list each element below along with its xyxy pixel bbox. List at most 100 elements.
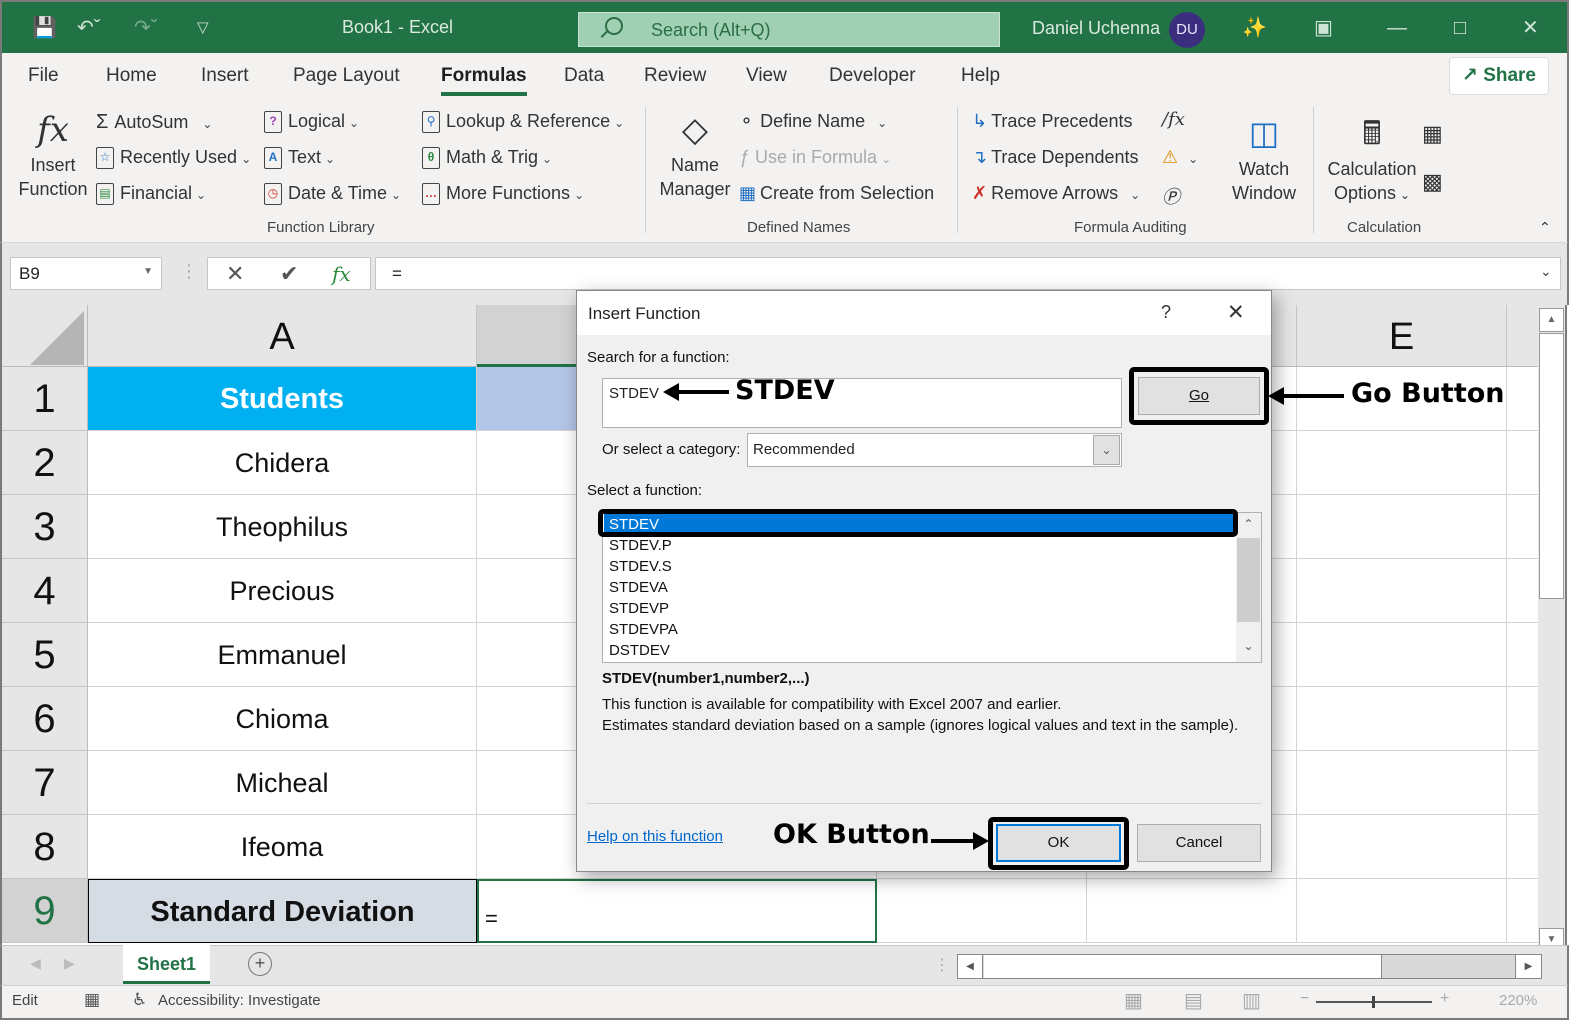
name-manager-button[interactable]: ◇ Name Manager [658, 107, 732, 201]
lookup-reference-button[interactable]: ⚲ Lookup & Reference ⌄ [422, 111, 624, 134]
evaluate-formula-icon[interactable]: Ⓟ [1162, 183, 1180, 209]
tab-splitter-icon[interactable]: ⋮ [934, 955, 950, 975]
cell-F8[interactable] [1507, 815, 1540, 879]
cell-A9[interactable]: Standard Deviation [88, 879, 477, 943]
select-all-button[interactable] [2, 305, 88, 367]
accessibility-icon[interactable]: ♿ [132, 990, 147, 1010]
row-header-8[interactable]: 8 [2, 815, 88, 879]
tab-developer[interactable]: Developer [829, 65, 916, 87]
vertical-scrollbar[interactable]: ▲ ▼ [1538, 305, 1567, 952]
cell-F7[interactable] [1507, 751, 1540, 815]
row-header-4[interactable]: 4 [2, 559, 88, 623]
category-dropdown-icon[interactable]: ⌄ [1093, 435, 1120, 465]
prev-sheet-icon[interactable]: ◀ [30, 955, 41, 972]
cell-F3[interactable] [1507, 495, 1540, 559]
add-sheet-icon[interactable]: + [248, 952, 272, 976]
cell-A2[interactable]: Chidera [88, 431, 477, 495]
help-on-function-link[interactable]: Help on this function [587, 828, 723, 845]
column-header-e[interactable]: E [1297, 305, 1507, 367]
function-list-item[interactable]: STDEV.S [609, 556, 672, 577]
trace-precedents-button[interactable]: ↳ Trace Precedents [972, 111, 1133, 132]
tab-insert[interactable]: Insert [201, 65, 249, 87]
tab-home[interactable]: Home [106, 65, 157, 87]
calculate-now-icon[interactable]: ▦ [1422, 121, 1443, 147]
zoom-out-icon[interactable]: − [1300, 990, 1309, 1008]
function-list-item[interactable]: STDEVPA [609, 619, 678, 640]
redo-icon[interactable]: ↷ˇ [134, 16, 157, 40]
function-list-item[interactable]: STDEV.P [609, 535, 672, 556]
cell-E8[interactable] [1297, 815, 1507, 879]
cancel-button[interactable]: Cancel [1137, 824, 1261, 862]
cell-F4[interactable] [1507, 559, 1540, 623]
zoom-slider[interactable] [1316, 996, 1432, 1008]
sheet-tab-sheet1[interactable]: Sheet1 [123, 945, 210, 984]
cell-E2[interactable] [1297, 431, 1507, 495]
cell-C9[interactable] [877, 879, 1087, 943]
row-header-6[interactable]: 6 [2, 687, 88, 751]
avatar[interactable]: DU [1169, 12, 1205, 48]
zoom-level[interactable]: 220% [1499, 992, 1537, 1009]
active-cell-b9[interactable]: = [477, 879, 877, 943]
error-checking-icon[interactable]: ⚠ ⌄ [1162, 147, 1198, 168]
tab-file[interactable]: File [28, 65, 59, 87]
formula-input[interactable]: = [375, 257, 1561, 290]
autosum-button[interactable]: Σ AutoSum ⌄ [96, 111, 212, 134]
minimize-icon[interactable]: — [1387, 16, 1407, 40]
tab-formulas[interactable]: Formulas [441, 65, 527, 96]
horizontal-scroll-thumb[interactable] [984, 955, 1382, 978]
text-button[interactable]: A Text ⌄ [264, 147, 335, 170]
tab-help[interactable]: Help [961, 65, 1000, 87]
function-list-item[interactable]: DSTDEV [609, 640, 670, 661]
go-button[interactable]: Go [1138, 377, 1260, 415]
expand-formula-bar-icon[interactable]: ⌄ [1540, 263, 1552, 280]
column-header-a[interactable]: A [88, 305, 477, 367]
trace-dependents-button[interactable]: ↴ Trace Dependents [972, 147, 1139, 168]
dialog-close-icon[interactable]: ✕ [1227, 300, 1245, 325]
cell-F1[interactable] [1507, 367, 1540, 431]
undo-icon[interactable]: ↶ˇ [77, 16, 100, 40]
search-function-input[interactable]: STDEV [602, 378, 1122, 428]
cell-E4[interactable] [1297, 559, 1507, 623]
use-in-formula-button[interactable]: ƒ Use in Formula ⌄ [739, 147, 891, 168]
remove-arrows-button[interactable]: ✗ Remove Arrows ⌄ [972, 183, 1140, 204]
row-header-2[interactable]: 2 [2, 431, 88, 495]
insert-function-button[interactable]: fx Insert Function [16, 107, 90, 201]
cell-A8[interactable]: Ifeoma [88, 815, 477, 879]
cell-E6[interactable] [1297, 687, 1507, 751]
cell-F5[interactable] [1507, 623, 1540, 687]
scroll-up-icon[interactable]: ▲ [1539, 308, 1564, 332]
more-functions-button[interactable]: … More Functions ⌄ [422, 183, 584, 206]
tab-data[interactable]: Data [564, 65, 604, 87]
help-icon[interactable]: ? [1161, 302, 1171, 323]
row-header-9[interactable]: 9 [2, 879, 88, 943]
macro-record-icon[interactable]: ▦ [84, 990, 100, 1010]
date-time-button[interactable]: ◷ Date & Time ⌄ [264, 183, 401, 206]
coauthor-icon[interactable]: ✨ [1242, 16, 1267, 40]
cell-A1[interactable]: Students [88, 367, 477, 431]
confirm-entry-icon[interactable]: ✔ [280, 261, 298, 287]
tab-view[interactable]: View [746, 65, 787, 87]
show-formulas-icon[interactable]: ∕fx [1162, 109, 1185, 130]
scroll-up-icon[interactable]: ⌃ [1236, 517, 1261, 531]
column-header-f[interactable] [1507, 305, 1540, 367]
formula-bar-grip-icon[interactable]: ⋮ [180, 261, 198, 282]
cell-F6[interactable] [1507, 687, 1540, 751]
category-select[interactable]: Recommended ⌄ [747, 433, 1122, 467]
row-header-5[interactable]: 5 [2, 623, 88, 687]
next-sheet-icon[interactable]: ▶ [64, 955, 75, 972]
recently-used-button[interactable]: ☆ Recently Used ⌄ [96, 147, 251, 170]
create-from-selection-button[interactable]: ▦ Create from Selection [739, 183, 934, 204]
math-trig-button[interactable]: θ Math & Trig ⌄ [422, 147, 552, 170]
financial-button[interactable]: ▤ Financial ⌄ [96, 183, 206, 206]
name-box[interactable]: B9 ▼ [10, 257, 162, 290]
row-header-3[interactable]: 3 [2, 495, 88, 559]
cancel-entry-icon[interactable]: ✕ [226, 261, 244, 287]
cell-A5[interactable]: Emmanuel [88, 623, 477, 687]
function-list-item[interactable]: STDEVA [609, 577, 668, 598]
logical-button[interactable]: ? Logical ⌄ [264, 111, 359, 134]
cell-A4[interactable]: Precious [88, 559, 477, 623]
vertical-scroll-thumb[interactable] [1539, 333, 1564, 599]
row-header-7[interactable]: 7 [2, 751, 88, 815]
tab-review[interactable]: Review [644, 65, 706, 87]
zoom-in-icon[interactable]: + [1440, 990, 1449, 1008]
